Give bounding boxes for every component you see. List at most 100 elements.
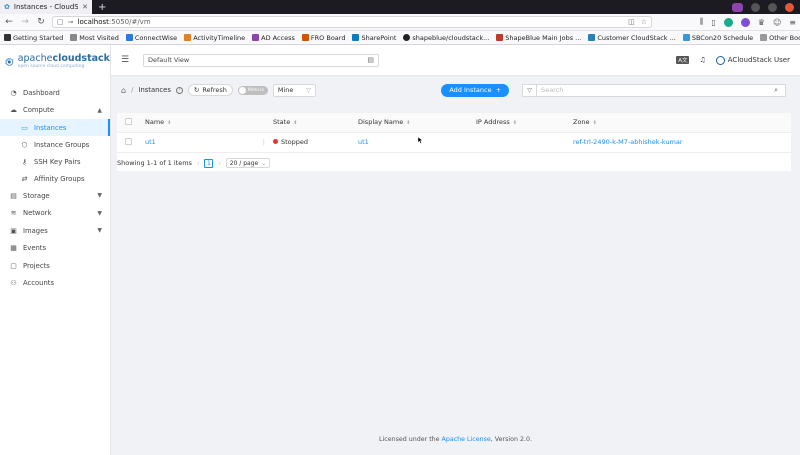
sidebar-item-network[interactable]: ≋ Network ▼ (0, 205, 110, 223)
display-name-link[interactable]: ut1 (358, 138, 369, 146)
sidebar-item-images[interactable]: ▣ Images ▼ (0, 222, 110, 240)
team-icon: ⚇ (10, 279, 17, 288)
extension-green-icon[interactable] (723, 17, 733, 27)
new-tab-icon[interactable]: + (98, 2, 106, 13)
chevron-down-icon: ▼ (97, 192, 102, 200)
bookmark-item[interactable]: ActivityTimeline (184, 34, 245, 42)
reload-icon: ↻ (193, 86, 200, 94)
prev-page-icon[interactable]: ‹ (197, 160, 199, 167)
zone-link[interactable]: ref-trl-2490-k-M7-abhishek-kumar (573, 138, 683, 146)
instances-table: Name ⬍ State ⬍ Display Name ⬍ IP Address ⬍ Z… (117, 113, 791, 153)
column-header-ip-address[interactable]: IP Address ⬍ (476, 113, 573, 132)
user-menu[interactable]: ACloudStack User (715, 55, 790, 65)
sidebar-item-affinity-groups[interactable]: ⇄ Affinity Groups (0, 170, 110, 187)
row-checkbox[interactable] (125, 137, 132, 145)
next-page-icon[interactable]: › (218, 160, 220, 167)
page-footer: Licensed under the Apache License, Versi… (379, 436, 532, 443)
menu-fold-icon[interactable]: ☰ (121, 55, 133, 65)
extension-user-icon[interactable]: ☺ (773, 18, 781, 27)
sidebar-item-storage[interactable]: ▤ Storage ▼ (0, 187, 110, 205)
minimize-icon[interactable] (751, 2, 760, 12)
close-tab-icon[interactable]: ✕ (82, 3, 88, 11)
url-host: localhost (77, 18, 109, 26)
browser-tab[interactable]: ✿ Instances - CloudStack ✕ (0, 0, 92, 14)
chevron-down-icon: ⌄ (261, 159, 267, 167)
bookmark-item[interactable]: Getting Started (4, 34, 63, 42)
extension-purple-icon[interactable] (740, 17, 750, 27)
bookmark-item[interactable]: SBCon20 Schedule (682, 34, 753, 42)
bookmark-item[interactable]: Customer CloudStack ... (588, 34, 676, 42)
menu-icon[interactable]: ≡ (789, 18, 796, 27)
pocket-icon[interactable]: ◫ (628, 18, 635, 26)
column-header-zone[interactable]: Zone ⬍ (573, 113, 791, 132)
column-header-state[interactable]: State ⬍ (273, 113, 358, 132)
folder-icon (760, 34, 768, 41)
sidebar-item-instance-groups[interactable]: ⬡ Instance Groups (0, 136, 110, 153)
view-select-value: Default View (148, 56, 190, 64)
maximize-icon[interactable] (768, 2, 777, 12)
user-name: ACloudStack User (727, 56, 790, 64)
apache-license-link[interactable]: Apache License (442, 436, 491, 443)
bell-icon[interactable]: ♫ (699, 56, 705, 64)
forward-icon[interactable]: → (20, 17, 30, 27)
search-input[interactable] (536, 83, 787, 97)
bookmark-item[interactable]: SharePoint (352, 34, 396, 42)
sidebar-item-events[interactable]: ▦ Events (0, 240, 110, 258)
other-bookmarks[interactable]: Other Bookmarks (760, 34, 800, 42)
permissions-icon[interactable]: ⊸ (68, 18, 74, 26)
bookmark-favicon-icon (252, 34, 260, 41)
home-icon[interactable]: ⌂ (121, 86, 126, 95)
bookmark-star-icon[interactable]: ☆ (641, 18, 647, 26)
column-header-name[interactable]: Name ⬍ (145, 113, 273, 132)
browser-tab-bar: ✿ Instances - CloudStack ✕ + (0, 0, 800, 14)
bookmark-item[interactable]: FRO Board (301, 34, 345, 42)
cloudstack-logo[interactable]: apachecloudstack open source cloud compu… (0, 45, 110, 78)
page-info-icon[interactable]: ▢ (57, 18, 64, 26)
library-icon[interactable]: ⫼ (700, 17, 704, 27)
bookmark-item[interactable]: AD Access (252, 34, 295, 42)
sidebar-item-instances[interactable]: ▭ Instances (0, 119, 110, 136)
instance-name-link[interactable]: ut1 (145, 138, 156, 146)
schedule-icon: ▦ (10, 244, 17, 253)
bookmark-item[interactable]: ShapeBlue Main Jobs ... (496, 34, 581, 42)
view-select[interactable]: Default View ▤ (143, 53, 379, 67)
mouse-cursor-icon (418, 137, 423, 144)
sidebar-item-accounts[interactable]: ⚇ Accounts (0, 275, 110, 293)
question-circle-icon[interactable]: ? (175, 86, 183, 94)
sidebar-item-dashboard[interactable]: ◔ Dashboard (0, 84, 110, 102)
search-group: ▽ ⌕ (522, 83, 790, 99)
page-size-select[interactable]: 20 / page ⌄ (225, 158, 271, 168)
search-icon[interactable]: ⌕ (774, 86, 778, 99)
picture-icon: ▣ (10, 226, 17, 235)
select-all-checkbox[interactable] (125, 117, 132, 125)
url-bar[interactable]: ▢ ⊸ localhost:5050/#/vm ◫ ☆ (52, 16, 652, 28)
back-icon[interactable]: ← (4, 17, 14, 27)
metrics-toggle[interactable]: Metrics (237, 85, 268, 95)
add-instance-button[interactable]: Add Instance + (441, 83, 510, 97)
browser-navbar: ← → ↻ ▢ ⊸ localhost:5050/#/vm ◫ ☆ ⫼ ▯ ♛ … (0, 14, 800, 31)
sort-icon: ⬍ (406, 120, 411, 127)
page-number[interactable]: 1 (204, 158, 214, 168)
reload-icon[interactable]: ↻ (36, 17, 46, 27)
sidebar-toggle-icon[interactable]: ▯ (711, 18, 715, 27)
bookmark-item[interactable]: shapeblue/cloudstack... (403, 34, 489, 42)
column-header-display-name[interactable]: Display Name ⬍ (358, 113, 476, 132)
app-header: ☰ Default View ▤ A文 ♫ ACloudStack User (111, 45, 800, 75)
bookmarks-toolbar: Getting Started Most Visited ConnectWise… (0, 31, 800, 45)
pagination: Showing 1-1 of 1 items ‹ 1 › 20 / page ⌄ (117, 158, 271, 168)
close-window-icon[interactable] (785, 2, 794, 12)
cloud-icon: ☁ (10, 106, 17, 115)
translate-icon[interactable]: A文 (676, 56, 690, 64)
filter-select[interactable]: Mine ▽ (272, 83, 316, 97)
sidebar-item-ssh-key-pairs[interactable]: ⚷ SSH Key Pairs (0, 153, 110, 170)
refresh-button[interactable]: ↻ Refresh (187, 84, 233, 96)
status-badge: Stopped (281, 138, 309, 146)
sidebar-item-projects[interactable]: ▢ Projects (0, 257, 110, 275)
filter-icon[interactable]: ▽ (522, 83, 537, 97)
sidebar-item-compute[interactable]: ☁ Compute ▲ (0, 102, 110, 120)
bookmark-item[interactable]: ConnectWise (125, 34, 177, 42)
extension-puzzle-icon[interactable]: ♛ (758, 18, 765, 27)
breadcrumb: Instances (138, 86, 171, 94)
sort-icon: ⬍ (512, 120, 517, 127)
bookmark-item[interactable]: Most Visited (70, 34, 119, 42)
